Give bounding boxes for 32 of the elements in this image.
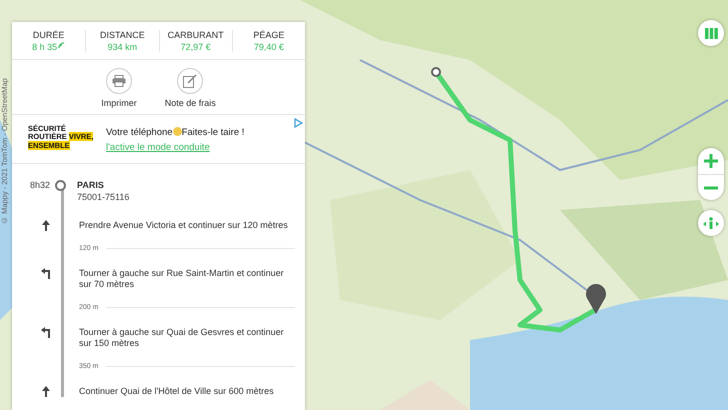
person-arrows-icon bbox=[703, 217, 719, 229]
stat-label: PÉAGE bbox=[253, 30, 284, 40]
ad-choices-icon bbox=[294, 118, 303, 128]
instruction-text: Continuer Quai de l'Hôtel de Ville sur 600 mètres bbox=[79, 386, 275, 396]
ad-text: Votre téléphone Faites-le taire ! l'active le mode conduite bbox=[106, 126, 246, 156]
arrow-up-icon bbox=[42, 220, 50, 232]
stat-label: CARBURANT bbox=[168, 30, 224, 40]
minus-icon bbox=[704, 186, 718, 190]
start-city: PARIS bbox=[77, 180, 105, 190]
emoji-icon bbox=[172, 127, 182, 136]
arrow-up-icon bbox=[42, 386, 50, 397]
edit-icon bbox=[183, 74, 198, 88]
start-marker bbox=[55, 180, 66, 192]
stat-label: DISTANCE bbox=[100, 30, 145, 40]
columns-icon bbox=[704, 28, 718, 38]
action-button[interactable]: Note de frais bbox=[164, 68, 216, 108]
stat-value: 72,97 € bbox=[180, 42, 211, 52]
stat-value: 8 h 35 bbox=[32, 42, 58, 52]
instruction-text: Prendre Avenue Victoria et continuer sur 120 mètres bbox=[79, 220, 289, 232]
instruction-text: Tourner à gauche sur Quai de Gesvres et continuer sur 150 mètres bbox=[79, 326, 285, 349]
turn-left-icon bbox=[41, 268, 50, 280]
instruction-text: Tourner à gauche sur Rue Saint-Martin et continuer sur 70 mètres bbox=[79, 268, 285, 290]
stat-value: 79,40 € bbox=[254, 42, 284, 52]
action-button[interactable]: Imprimer bbox=[101, 68, 137, 108]
stat-value: 934 km bbox=[108, 42, 138, 52]
turn-left-icon bbox=[41, 326, 50, 338]
departure-time: 8h32 bbox=[28, 180, 50, 190]
printer-icon bbox=[112, 75, 126, 87]
plus-icon bbox=[704, 154, 718, 168]
start-postcode: 75001-75116 bbox=[77, 192, 130, 202]
stat-label: DURÉE bbox=[32, 30, 64, 40]
live-traffic-icon bbox=[58, 42, 66, 49]
